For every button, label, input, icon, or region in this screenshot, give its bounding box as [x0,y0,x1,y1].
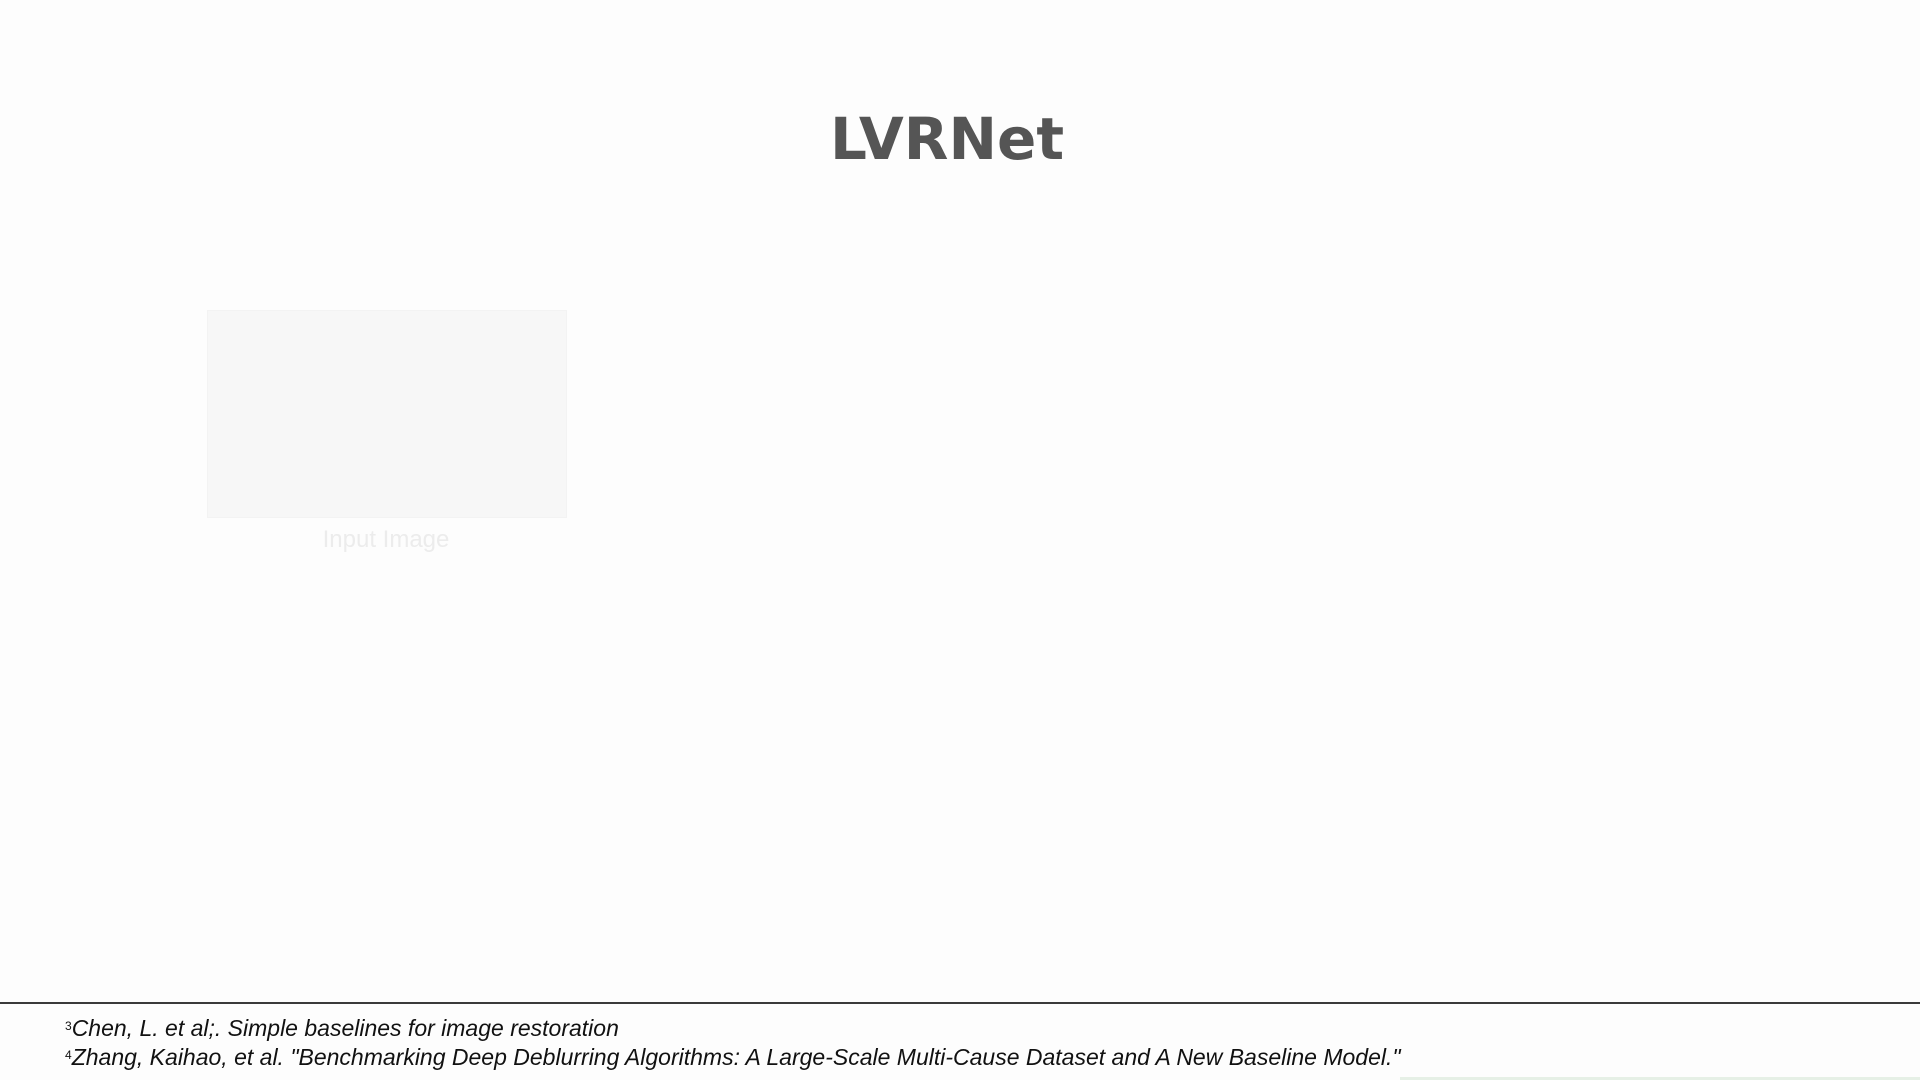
slide: LVRNet Input Image 3Chen, L. et al;. Sim… [0,0,1920,1080]
input-image-placeholder [207,310,567,518]
reference-item: 3Chen, L. et al;. Simple baselines for i… [65,1014,1401,1043]
reference-text: Zhang, Kaihao, et al. "Benchmarking Deep… [71,1044,1401,1070]
footer-divider [0,1002,1920,1004]
reference-number: 4 [65,1048,72,1062]
reference-number: 3 [65,1019,72,1033]
slide-title: LVRNet [829,105,1065,173]
reference-text: Chen, L. et al;. Simple baselines for im… [71,1015,619,1041]
references: 3Chen, L. et al;. Simple baselines for i… [65,1014,1401,1072]
reference-item: 4Zhang, Kaihao, et al. "Benchmarking Dee… [65,1043,1401,1072]
input-image-label: Input Image [322,526,450,553]
